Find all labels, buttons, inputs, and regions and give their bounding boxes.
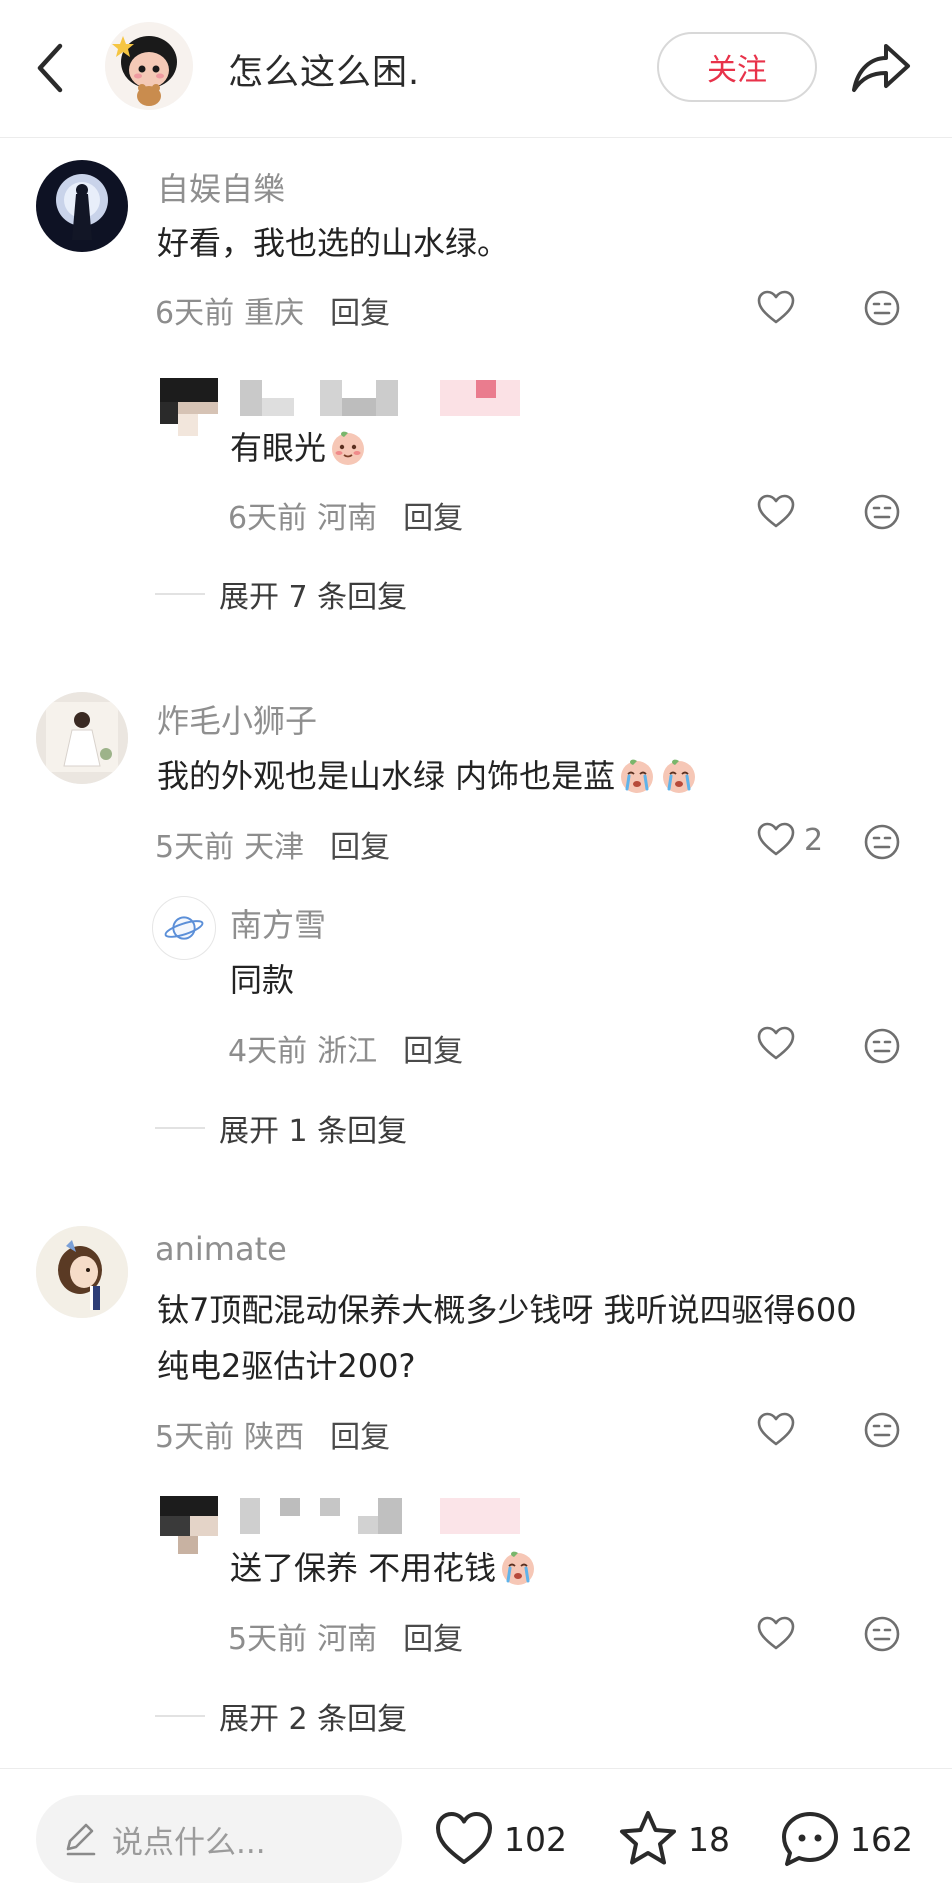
author-name[interactable]: 怎么这么困. (228, 44, 420, 95)
heart-icon (757, 1412, 795, 1446)
crying-emoji-icon (502, 1551, 535, 1585)
comment-location: 重庆 (244, 296, 305, 331)
pixelated-username (240, 1498, 520, 1538)
meh-face-icon (864, 824, 900, 860)
expand-replies-button[interactable]: 展开 2 条回复 (155, 1696, 407, 1737)
like-button[interactable] (756, 1022, 796, 1066)
heart-icon (757, 1026, 795, 1060)
reply-meta: 5天前 河南 回复 (228, 1614, 463, 1658)
like-button[interactable] (756, 490, 796, 534)
pixelated-username (240, 380, 520, 420)
reply-button[interactable]: 回复 (403, 1026, 463, 1070)
reply-time: 6天前 (228, 501, 308, 536)
comment-location: 陕西 (244, 1420, 305, 1455)
meh-face-icon (864, 290, 900, 326)
heart-icon (757, 494, 795, 528)
crying-emoji-icon (621, 759, 654, 793)
reply-meta: 4天前 浙江 回复 (228, 1026, 463, 1070)
comment-meta: 5天前 陕西 回复 (155, 1412, 390, 1456)
comment-input[interactable]: 说点什么... (36, 1795, 402, 1883)
comment-meta: 5天前 天津 回复 (155, 822, 390, 866)
input-placeholder: 说点什么... (112, 1824, 266, 1861)
dislike-button[interactable] (862, 288, 902, 328)
heart-icon (757, 290, 795, 324)
avatar[interactable] (36, 692, 128, 784)
reply-button[interactable]: 回复 (330, 288, 390, 332)
blushing-emoji-icon (332, 431, 365, 465)
username[interactable]: 自娱自樂 (157, 164, 285, 210)
comment-location: 天津 (244, 830, 305, 865)
comment-time: 6天前 (155, 296, 235, 331)
top-bar: 怎么这么困. 关注 (0, 0, 952, 138)
divider-line (155, 1715, 205, 1717)
reply-location: 河南 (317, 501, 378, 536)
meh-face-icon (864, 1412, 900, 1448)
expand-replies-button[interactable]: 展开 1 条回复 (155, 1108, 407, 1149)
planet-icon (164, 916, 204, 940)
comment-text: 我的外观也是山水绿 内饰也是蓝 (157, 748, 699, 804)
reply-text: 有眼光 (230, 420, 368, 476)
star-icon (620, 1811, 676, 1865)
reply-location: 浙江 (317, 1034, 378, 1069)
dislike-button[interactable] (862, 492, 902, 532)
heart-icon (757, 1616, 795, 1650)
meh-face-icon (864, 494, 900, 530)
avatar[interactable] (36, 160, 128, 252)
pixelated-avatar[interactable] (160, 1496, 218, 1554)
avatar[interactable] (152, 896, 216, 960)
heart-icon (436, 1812, 492, 1864)
dislike-button[interactable] (862, 1410, 902, 1450)
reply-time: 4天前 (228, 1034, 308, 1069)
like-button[interactable] (756, 286, 796, 330)
comment-text: 好看，我也选的山水绿。 (157, 224, 510, 262)
heart-icon (757, 822, 795, 856)
reply-button[interactable]: 回复 (403, 1614, 463, 1658)
dislike-button[interactable] (862, 1614, 902, 1654)
meh-face-icon (864, 1028, 900, 1064)
follow-button[interactable]: 关注 (657, 32, 817, 102)
comment-text: 钛7顶配混动保养大概多少钱呀 我听说四驱得600 纯电2驱估计200? (157, 1291, 857, 1385)
chat-bubble-icon (782, 1812, 838, 1866)
comment-button[interactable]: 162 (778, 1807, 913, 1871)
reply-button[interactable]: 回复 (330, 1412, 390, 1456)
share-arrow-icon (852, 44, 910, 92)
author-avatar[interactable] (105, 22, 193, 110)
pixelated-avatar[interactable] (160, 378, 218, 436)
divider-line (155, 593, 205, 595)
like-count: 102 (504, 1819, 567, 1859)
comment-time: 5天前 (155, 830, 235, 865)
chevron-left-icon (37, 43, 63, 93)
back-button[interactable] (30, 40, 76, 96)
reply-location: 河南 (317, 1622, 378, 1657)
reply-time: 5天前 (228, 1622, 308, 1657)
expand-replies-button[interactable]: 展开 7 条回复 (155, 574, 407, 615)
comment-count: 162 (850, 1819, 913, 1859)
bottom-action-bar: 说点什么... 102 18 162 (0, 1768, 952, 1900)
pencil-icon (66, 1823, 96, 1856)
like-post-button[interactable]: 102 (432, 1807, 567, 1871)
username[interactable]: 炸毛小狮子 (157, 696, 317, 742)
username[interactable]: animate (155, 1230, 287, 1268)
comment-time: 5天前 (155, 1420, 235, 1455)
reply-button[interactable]: 回复 (403, 493, 463, 537)
avatar[interactable] (36, 1226, 128, 1318)
favorite-count: 18 (688, 1819, 730, 1859)
meh-face-icon (864, 1616, 900, 1652)
share-button[interactable] (848, 36, 912, 98)
comment-meta: 6天前 重庆 回复 (155, 288, 390, 332)
dislike-button[interactable] (862, 822, 902, 862)
reply-text: 送了保养 不用花钱 (230, 1540, 538, 1596)
like-button[interactable] (756, 1612, 796, 1656)
reply-text: 同款 (230, 961, 295, 999)
reply-meta: 6天前 河南 回复 (228, 493, 463, 537)
dislike-button[interactable] (862, 1026, 902, 1066)
favorite-button[interactable]: 18 (616, 1807, 730, 1871)
like-button[interactable]: 2 (756, 818, 823, 862)
crying-emoji-icon (663, 759, 696, 793)
reply-button[interactable]: 回复 (330, 822, 390, 866)
like-button[interactable] (756, 1408, 796, 1452)
like-count: 2 (804, 822, 824, 858)
divider-line (155, 1127, 205, 1129)
username[interactable]: 南方雪 (230, 900, 326, 946)
